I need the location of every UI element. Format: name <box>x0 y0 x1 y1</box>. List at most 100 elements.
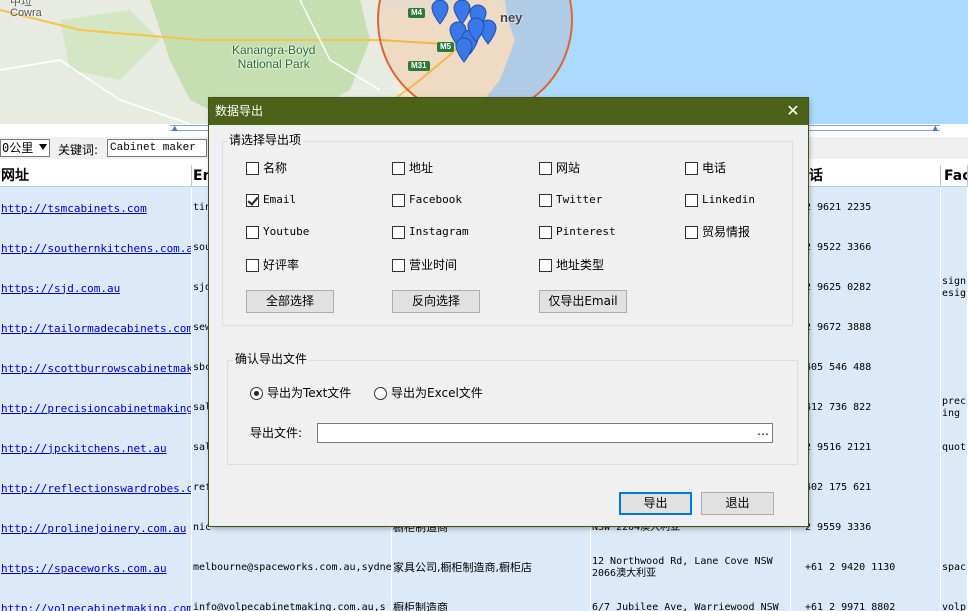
cell-facebook <box>941 307 968 347</box>
cell-facebook: volp <box>941 587 968 611</box>
browse-icon[interactable]: … <box>756 425 770 441</box>
checkbox-checked-icon <box>246 194 259 207</box>
cell-url[interactable]: https://spaceworks.com.au <box>0 547 192 587</box>
table-row[interactable]: http://volpecabinetmaking.com.auinfo@vol… <box>0 587 968 611</box>
cell-url-text: https://spaceworks.com.au <box>1 561 167 575</box>
exit-button[interactable]: 退出 <box>701 492 774 515</box>
radio-text-label: 导出为Text文件 <box>267 386 352 400</box>
cell-phone-text: 2 9621 2235 <box>805 202 872 213</box>
close-icon[interactable]: ✕ <box>778 98 808 125</box>
cell-url-text: http://reflectionswardrobes.com.au <box>1 481 191 495</box>
export-field-label: 地址类型 <box>556 258 605 272</box>
cell-url[interactable]: http://prolinejoinery.com.au <box>0 507 192 547</box>
cell-email-text: info@volpecabinetmaking.com.au,s <box>193 602 386 611</box>
cell-url[interactable]: http://scottburrowscabinetmaking.com.au <box>0 347 192 387</box>
scroll-right-icon[interactable]: ▲ <box>933 124 938 132</box>
scroll-left-icon[interactable]: ▲ <box>172 124 177 132</box>
select-all-button[interactable]: 全部选择 <box>246 290 334 313</box>
cell-phone: 2 9522 3366 <box>791 227 941 267</box>
radio-excel-indicator <box>374 387 387 400</box>
cell-url-text: http://tsmcabinets.com <box>1 201 147 215</box>
export-button[interactable]: 导出 <box>619 492 692 515</box>
export-field-label: 贸易情报 <box>702 225 751 239</box>
cell-email: info@volpecabinetmaking.com.au,s <box>192 587 392 611</box>
cell-url[interactable]: http://reflectionswardrobes.com.au <box>0 467 192 507</box>
cell-facebook-text: sign esig <box>942 276 967 299</box>
keyword-label: 关键词: <box>58 143 99 157</box>
cell-url-text: https://sjd.com.au <box>1 281 121 295</box>
cell-facebook <box>941 347 968 387</box>
export-field-label: 营业时间 <box>409 258 458 272</box>
map-road-m31: M31 <box>408 61 430 71</box>
dialog-title: 数据导出 <box>209 98 808 125</box>
cell-url[interactable]: http://tailormadecabinets.com.au <box>0 307 192 347</box>
radio-text-indicator <box>250 387 263 400</box>
column-header-phone[interactable]: 话 <box>791 165 941 187</box>
cell-phone: 412 736 822 <box>791 387 941 427</box>
cell-phone: 2 9621 2235 <box>791 187 941 227</box>
checkbox-empty-icon <box>685 162 698 175</box>
cell-url[interactable]: http://precisioncabinetmaking.com.au <box>0 387 192 427</box>
map-city-label: ney <box>500 10 523 25</box>
cell-phone-text: 2 9522 3366 <box>805 242 872 253</box>
checkbox-empty-icon <box>392 226 405 239</box>
cell-facebook <box>941 507 968 547</box>
export-field-label: Facebook <box>409 193 462 206</box>
export-field-label: Pinterest <box>556 225 616 238</box>
checkbox-empty-icon <box>539 162 552 175</box>
cell-address-text: 6/7 Jubilee Ave, Warriewood NSW <box>592 602 779 611</box>
chevron-down-icon <box>39 144 47 150</box>
checkbox-empty-icon <box>246 226 259 239</box>
cell-phone-text: 2 9672 3888 <box>805 322 872 333</box>
invert-selection-button[interactable]: 反向选择 <box>392 290 480 313</box>
cell-email-text: melbourne@spaceworks.com.au,sydney@space… <box>193 562 391 573</box>
table-row[interactable]: https://spaceworks.com.au melbourne@space… <box>0 547 968 587</box>
cell-category: 家具公司,橱柜制造商,橱柜店 <box>392 547 591 587</box>
map-marker <box>431 0 449 25</box>
checkbox-empty-icon <box>246 162 259 175</box>
export-file-label: 导出文件: <box>250 426 303 440</box>
checkbox-empty-icon <box>685 226 698 239</box>
cell-facebook-text: volp <box>942 602 967 611</box>
cell-url-text: http://scottburrowscabinetmaking.com.au <box>1 361 191 375</box>
cell-facebook <box>941 187 968 227</box>
export-field-label: 名称 <box>263 161 288 175</box>
cell-phone-text: 405 546 488 <box>805 362 872 373</box>
checkbox-empty-icon <box>539 259 552 272</box>
cell-url-text: http://jpckitchens.net.au <box>1 441 167 455</box>
keyword-input[interactable]: Cabinet maker <box>107 139 207 157</box>
map-marker <box>455 37 473 63</box>
checkbox-empty-icon <box>539 226 552 239</box>
cell-url[interactable]: http://tsmcabinets.com <box>0 187 192 227</box>
cell-url[interactable]: https://sjd.com.au <box>0 267 192 307</box>
export-field-label: 电话 <box>702 161 727 175</box>
cell-url[interactable]: http://volpecabinetmaking.com.au <box>0 587 192 611</box>
cell-url-text: http://precisioncabinetmaking.com.au <box>1 401 191 415</box>
cell-phone-text: 2 9559 3336 <box>805 522 872 533</box>
cell-category-text: 橱柜制造商 <box>393 602 448 611</box>
radio-excel-label: 导出为Excel文件 <box>391 386 483 400</box>
export-file-input[interactable]: … <box>317 423 773 443</box>
cell-url[interactable]: http://jpckitchens.net.au <box>0 427 192 467</box>
export-field-label: 好评率 <box>263 258 300 272</box>
cell-facebook <box>941 467 968 507</box>
checkbox-empty-icon <box>392 162 405 175</box>
export-file-group-title: 确认导出文件 <box>233 352 310 366</box>
cell-phone-text: 2 9625 0282 <box>805 282 872 293</box>
cell-facebook: quot <box>941 427 968 467</box>
cell-phone: 2 9516 2121 <box>791 427 941 467</box>
cell-phone: +61 2 9420 1130 <box>791 547 941 587</box>
cell-phone: 405 546 488 <box>791 347 941 387</box>
checkbox-empty-icon <box>539 194 552 207</box>
cell-url-text: http://volpecabinetmaking.com.au <box>1 601 191 611</box>
column-header-facebook[interactable]: Face <box>941 165 968 187</box>
checkbox-empty-icon <box>392 194 405 207</box>
cell-facebook <box>941 227 968 267</box>
cell-phone: 402 175 621 <box>791 467 941 507</box>
distance-select[interactable]: 0公里 <box>0 139 50 157</box>
cell-url-text: http://prolinejoinery.com.au <box>1 521 187 535</box>
column-header-url[interactable]: 网址 <box>0 165 192 187</box>
cell-facebook-text: quot <box>942 442 967 453</box>
cell-url[interactable]: http://southernkitchens.com.au <box>0 227 192 267</box>
export-email-only-button[interactable]: 仅导出Email <box>539 290 627 313</box>
